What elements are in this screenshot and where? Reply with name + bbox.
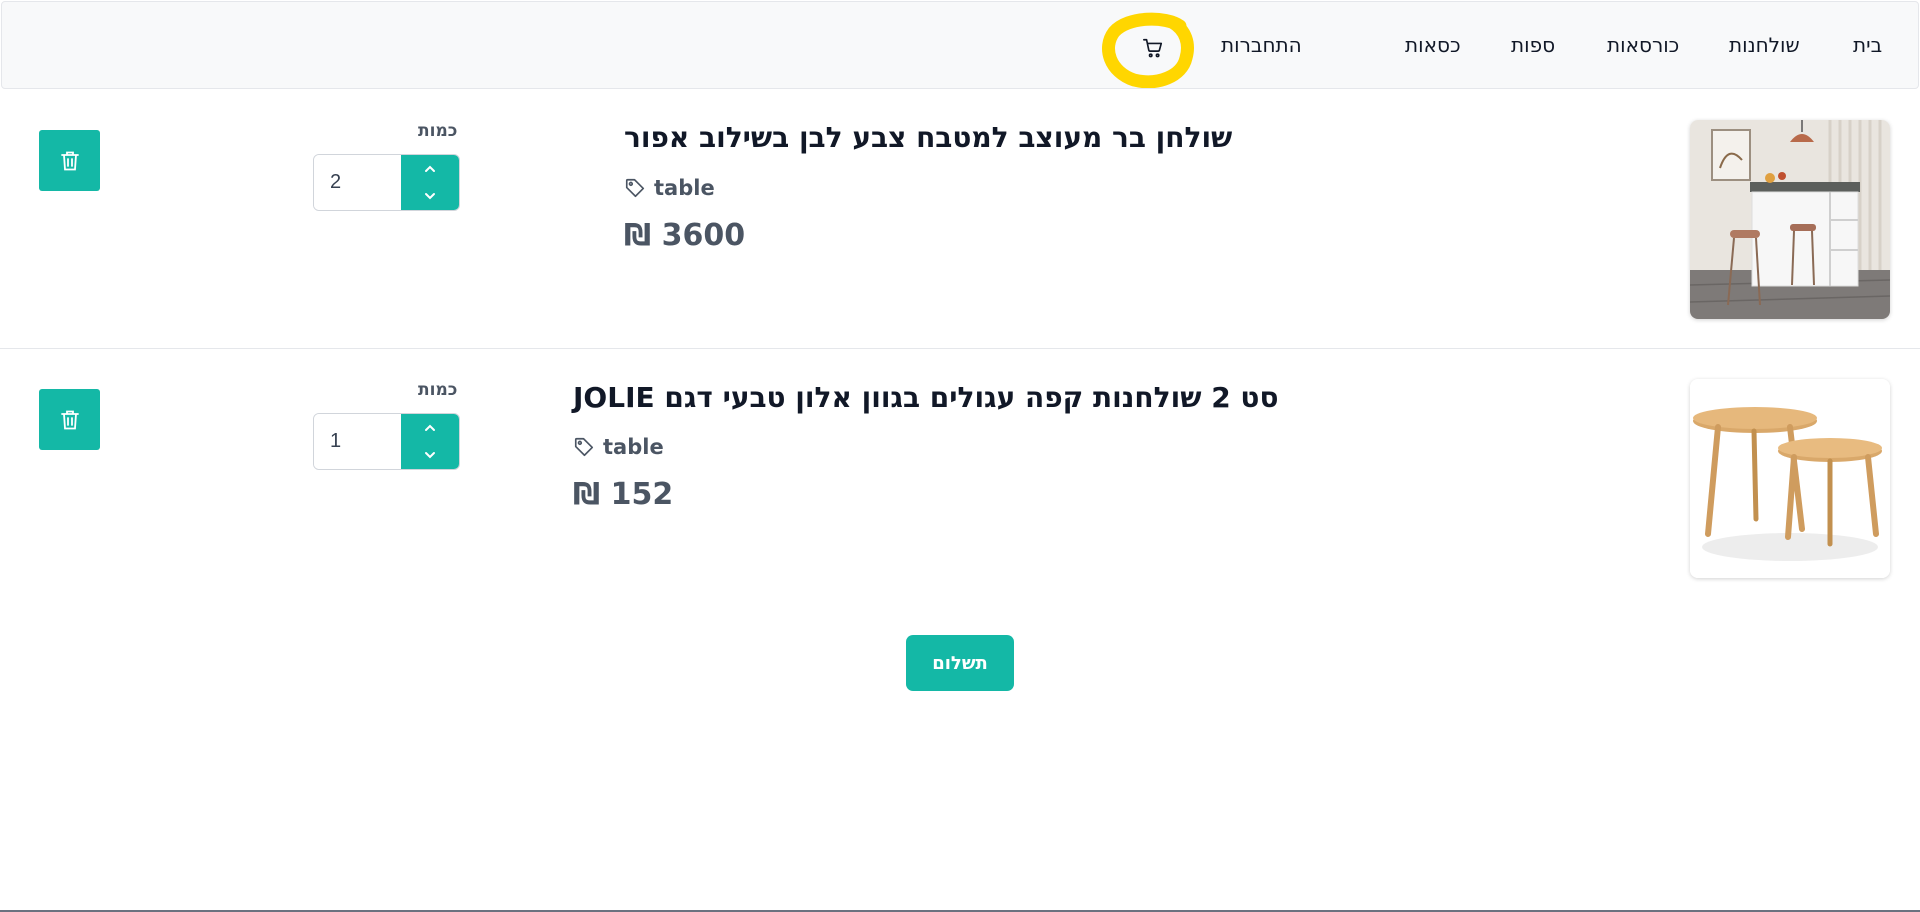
delete-item-button[interactable] — [39, 389, 100, 450]
trash-icon — [60, 410, 79, 429]
tag-icon — [574, 437, 594, 457]
nav-link-chairs[interactable]: כסאות — [1405, 33, 1461, 57]
nav-link-tables[interactable]: שולחנות — [1729, 33, 1800, 57]
nav-link-armchairs[interactable]: כורסאות — [1607, 33, 1679, 57]
decrement-chevron-down-icon[interactable] — [423, 448, 437, 462]
tag-label: table — [654, 176, 715, 200]
decrement-chevron-down-icon[interactable] — [423, 189, 437, 203]
quantity-stepper-buttons — [401, 414, 459, 469]
nav-link-home[interactable]: בית — [1853, 33, 1882, 57]
checkout-button[interactable]: תשלום — [906, 635, 1014, 691]
quantity-label: כמות — [418, 380, 458, 400]
quantity-input[interactable] — [314, 155, 401, 210]
cart-icon[interactable] — [1142, 37, 1164, 59]
quantity-stepper — [313, 154, 460, 211]
trash-icon — [60, 151, 79, 170]
product-tag: table — [573, 434, 664, 460]
quantity-stepper — [313, 413, 460, 470]
tag-label: table — [603, 435, 664, 459]
delete-item-button[interactable] — [39, 130, 100, 191]
increment-chevron-up-icon[interactable] — [423, 421, 437, 435]
product-price: 3600 ₪ — [624, 218, 746, 253]
item-divider — [0, 348, 1920, 349]
tag-icon — [625, 178, 645, 198]
cart-link[interactable] — [1100, 12, 1206, 88]
nav-link-login[interactable]: התחברות — [1221, 33, 1302, 57]
product-price: 152 ₪ — [573, 477, 674, 512]
quantity-input[interactable] — [314, 414, 401, 469]
product-title[interactable]: שולחן בר מעוצב למטבח צבע לבן בשילוב אפור — [624, 121, 1232, 154]
nav-link-sofas[interactable]: ספות — [1511, 33, 1555, 57]
product-title[interactable]: סט 2 שולחנות קפה עגולים בגוון אלון טבעי … — [573, 381, 1278, 414]
increment-chevron-up-icon[interactable] — [423, 162, 437, 176]
quantity-stepper-buttons — [401, 155, 459, 210]
quantity-label: כמות — [418, 121, 458, 141]
product-tag: table — [624, 175, 715, 201]
product-image-bar-table — [1690, 120, 1890, 319]
product-image-coffee-tables — [1690, 379, 1890, 578]
top-navbar: בית שולחנות כורסאות ספות כסאות התחברות — [1, 1, 1919, 89]
